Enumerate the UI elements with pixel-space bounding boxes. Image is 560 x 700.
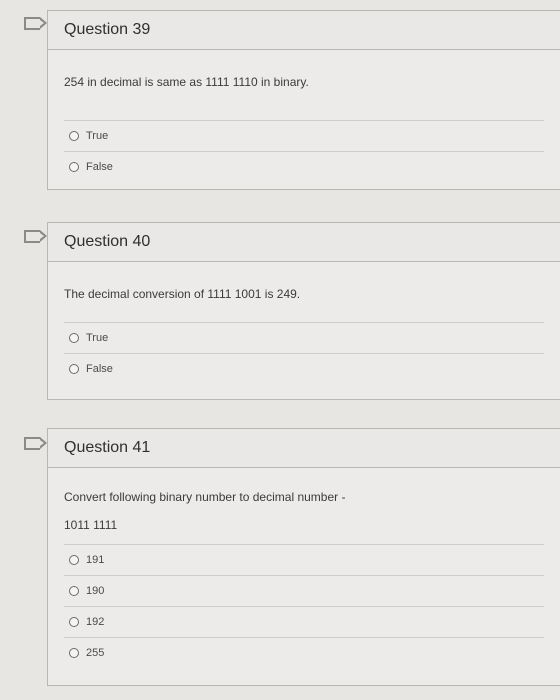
option-192[interactable]: 192 [64,607,544,637]
question-41-header: Question 41 [48,429,560,468]
option-label: 191 [86,554,105,566]
flag-question-40-icon[interactable] [24,230,47,243]
radio-button[interactable] [69,617,79,627]
question-text-binary: 1011 1111 [64,518,118,532]
question-title: Question 41 [64,439,151,456]
question-title: Question 40 [64,233,151,250]
option-label: False [86,363,113,375]
option-true[interactable]: True [64,323,544,353]
option-191[interactable]: 191 [64,545,544,575]
option-label: 255 [86,647,105,659]
radio-button[interactable] [69,131,79,141]
radio-button[interactable] [69,333,79,343]
question-text: 254 in decimal is same as 1111 1110 in b… [64,75,309,89]
option-255[interactable]: 255 [64,638,544,668]
question-40-header: Question 40 [48,223,560,262]
radio-button[interactable] [69,586,79,596]
question-text: Convert following binary number to decim… [64,490,346,504]
radio-button[interactable] [69,162,79,172]
option-190[interactable]: 190 [64,576,544,606]
radio-button[interactable] [69,555,79,565]
option-label: True [86,332,109,344]
question-text: The decimal conversion of 1111 1001 is 2… [64,287,301,301]
flag-question-41-icon[interactable] [24,437,47,450]
option-label: 190 [86,585,105,597]
question-39-header: Question 39 [48,11,560,50]
flag-question-39-icon[interactable] [24,17,47,30]
question-title: Question 39 [64,21,151,38]
option-label: False [86,161,113,173]
radio-button[interactable] [69,648,79,658]
option-true[interactable]: True [64,121,544,151]
question-41: Question 41 Convert following binary num… [47,428,560,686]
option-label: True [86,130,109,142]
question-39: Question 39 254 in decimal is same as 11… [47,10,560,190]
option-label: 192 [86,616,105,628]
option-false[interactable]: False [64,354,544,384]
option-false[interactable]: False [64,152,544,182]
question-40: Question 40 The decimal conversion of 11… [47,222,560,400]
radio-button[interactable] [69,364,79,374]
